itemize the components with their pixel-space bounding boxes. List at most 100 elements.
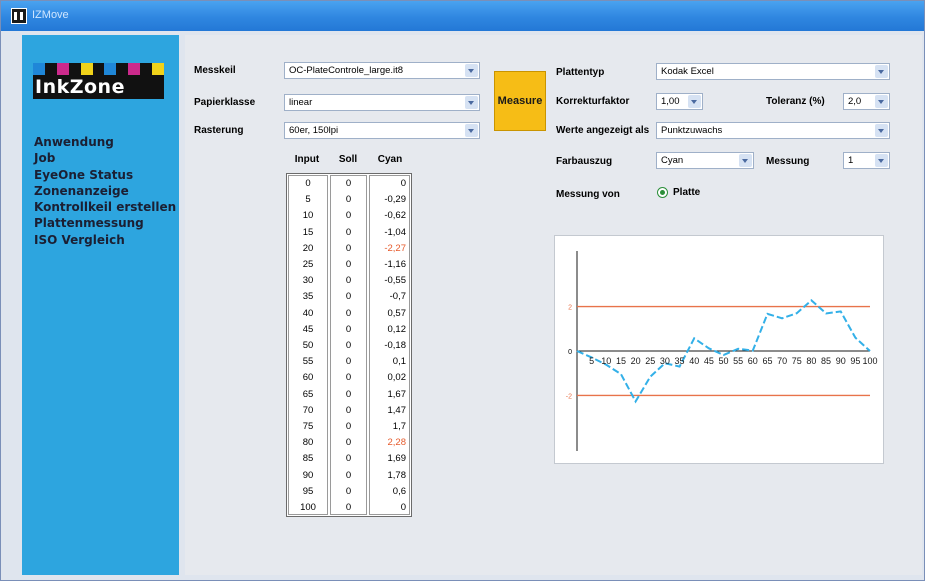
cyan-cell[interactable]: 1,78 — [370, 469, 409, 482]
messung-label: Messung — [766, 156, 810, 167]
input-cell[interactable]: 85 — [289, 452, 327, 465]
input-cell[interactable]: 100 — [289, 501, 327, 514]
cyan-cell[interactable]: 0 — [370, 501, 409, 514]
chevron-down-icon[interactable] — [875, 154, 888, 167]
soll-cell[interactable]: 0 — [331, 339, 366, 352]
input-cell[interactable]: 75 — [289, 420, 327, 433]
chevron-down-icon[interactable] — [465, 64, 478, 77]
soll-cell[interactable]: 0 — [331, 209, 366, 222]
input-cell[interactable]: 45 — [289, 323, 327, 336]
soll-cell[interactable]: 0 — [331, 485, 366, 498]
soll-cell[interactable]: 0 — [331, 501, 366, 514]
x-tick-label: 85 — [821, 356, 831, 366]
soll-cell[interactable]: 0 — [331, 226, 366, 239]
input-cell[interactable]: 60 — [289, 371, 327, 384]
cyan-cell[interactable]: 0,12 — [370, 323, 409, 336]
toleranz-select[interactable]: 2,0 — [843, 93, 890, 110]
logo-color-bar — [152, 63, 165, 75]
soll-cell[interactable]: 0 — [331, 323, 366, 336]
nav-kontrollkeil-erstellen[interactable]: Kontrollkeil erstellen — [34, 199, 176, 215]
messkeil-select[interactable]: OC-PlateControle_large.it8 — [284, 62, 480, 79]
farbauszug-select[interactable]: Cyan — [656, 152, 754, 169]
nav-anwendung[interactable]: Anwendung — [34, 134, 176, 150]
input-cell[interactable]: 55 — [289, 355, 327, 368]
soll-cell[interactable]: 0 — [331, 177, 366, 190]
cyan-cell[interactable]: -0,55 — [370, 274, 409, 287]
cyan-cell[interactable]: 0 — [370, 177, 409, 190]
chevron-down-icon[interactable] — [875, 65, 888, 78]
input-cell[interactable]: 70 — [289, 404, 327, 417]
cyan-cell[interactable]: 0,6 — [370, 485, 409, 498]
soll-cell[interactable]: 0 — [331, 290, 366, 303]
input-cell[interactable]: 20 — [289, 242, 327, 255]
papierklasse-select[interactable]: linear — [284, 94, 480, 111]
cyan-cell[interactable]: 1,69 — [370, 452, 409, 465]
soll-cell[interactable]: 0 — [331, 193, 366, 206]
measure-button[interactable]: Measure — [494, 71, 546, 131]
input-cell[interactable]: 30 — [289, 274, 327, 287]
soll-cell[interactable]: 0 — [331, 355, 366, 368]
input-cell[interactable]: 25 — [289, 258, 327, 271]
cyan-cell[interactable]: 0,1 — [370, 355, 409, 368]
cyan-cell[interactable]: 0,57 — [370, 307, 409, 320]
input-cell[interactable]: 15 — [289, 226, 327, 239]
input-cell[interactable]: 0 — [289, 177, 327, 190]
cyan-cell[interactable]: -0,18 — [370, 339, 409, 352]
input-cell[interactable]: 10 — [289, 209, 327, 222]
input-cell[interactable]: 90 — [289, 469, 327, 482]
korrekturfaktor-select[interactable]: 1,00 — [656, 93, 703, 110]
messung-select[interactable]: 1 — [843, 152, 890, 169]
soll-cell[interactable]: 0 — [331, 371, 366, 384]
platte-radio[interactable] — [657, 187, 668, 198]
korrekturfaktor-value: 1,00 — [661, 96, 680, 107]
cyan-cell[interactable]: 2,28 — [370, 436, 409, 449]
y-tick-label: 2 — [568, 305, 572, 312]
cyan-cell[interactable]: -2,27 — [370, 242, 409, 255]
nav-job[interactable]: Job — [34, 150, 176, 166]
cyan-cell[interactable]: 1,67 — [370, 388, 409, 401]
rasterung-select[interactable]: 60er, 150lpi — [284, 122, 480, 139]
cyan-cell[interactable]: 1,7 — [370, 420, 409, 433]
input-cell[interactable]: 95 — [289, 485, 327, 498]
chevron-down-icon[interactable] — [688, 95, 701, 108]
title-bar: IZMove — [1, 1, 924, 31]
cyan-cell[interactable]: -1,04 — [370, 226, 409, 239]
cyan-cell[interactable]: -0,62 — [370, 209, 409, 222]
chevron-down-icon[interactable] — [739, 154, 752, 167]
soll-cell[interactable]: 0 — [331, 469, 366, 482]
input-cell[interactable]: 5 — [289, 193, 327, 206]
nav-iso-vergleich[interactable]: ISO Vergleich — [34, 232, 176, 248]
cyan-cell[interactable]: 0,02 — [370, 371, 409, 384]
soll-cell[interactable]: 0 — [331, 404, 366, 417]
werte-select[interactable]: Punktzuwachs — [656, 122, 890, 139]
soll-cell[interactable]: 0 — [331, 436, 366, 449]
nav-zonenanzeige[interactable]: Zonenanzeige — [34, 183, 176, 199]
soll-cell[interactable]: 0 — [331, 274, 366, 287]
chevron-down-icon[interactable] — [465, 124, 478, 137]
input-cell[interactable]: 50 — [289, 339, 327, 352]
input-cell[interactable]: 35 — [289, 290, 327, 303]
soll-cell[interactable]: 0 — [331, 388, 366, 401]
chevron-down-icon[interactable] — [875, 95, 888, 108]
chevron-down-icon[interactable] — [465, 96, 478, 109]
cyan-cell[interactable]: -0,7 — [370, 290, 409, 303]
cyan-cell[interactable]: -1,16 — [370, 258, 409, 271]
x-tick-label: 15 — [616, 356, 626, 366]
plattentyp-select[interactable]: Kodak Excel — [656, 63, 890, 80]
soll-cell[interactable]: 0 — [331, 452, 366, 465]
cyan-cell[interactable]: -0,29 — [370, 193, 409, 206]
nav-plattenmessung[interactable]: Plattenmessung — [34, 215, 176, 231]
nav-eyeone-status[interactable]: EyeOne Status — [34, 167, 176, 183]
input-cell[interactable]: 65 — [289, 388, 327, 401]
soll-cell[interactable]: 0 — [331, 258, 366, 271]
platte-radio-label[interactable]: Platte — [673, 187, 700, 198]
x-tick-label: 90 — [836, 356, 846, 366]
soll-cell[interactable]: 0 — [331, 242, 366, 255]
soll-cell[interactable]: 0 — [331, 420, 366, 433]
input-cell[interactable]: 80 — [289, 436, 327, 449]
x-tick-label: 10 — [601, 356, 611, 366]
cyan-cell[interactable]: 1,47 — [370, 404, 409, 417]
input-cell[interactable]: 40 — [289, 307, 327, 320]
chevron-down-icon[interactable] — [875, 124, 888, 137]
soll-cell[interactable]: 0 — [331, 307, 366, 320]
